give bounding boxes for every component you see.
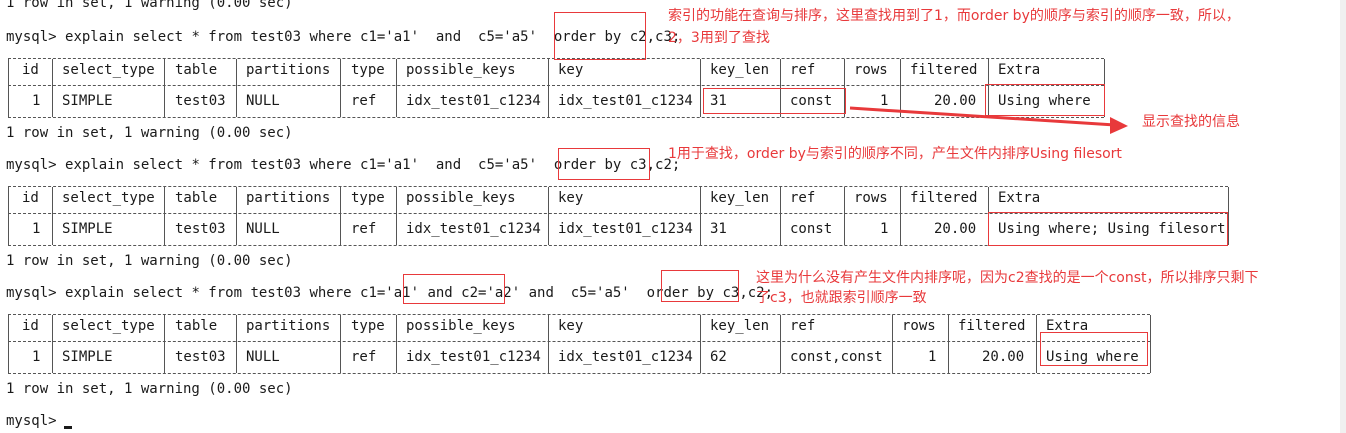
scrollbar[interactable]: [1340, 0, 1346, 433]
annotation-note-3-cont: 了c3，也就跟索引顺序一致: [756, 290, 927, 306]
arrow-icon: [849, 106, 1128, 134]
terminal-window[interactable]: 1 row in set, 1 warning (0.00 sec) mysql…: [0, 0, 1346, 433]
annotation-note-1-cont: 2，3用到了查找: [668, 30, 770, 46]
annotation-arrow-label: 显示查找的信息: [1142, 114, 1240, 130]
annotation-note-1: 索引的功能在查询与排序，这里查找用到了1，而order by的顺序与索引的顺序一…: [668, 8, 1240, 24]
annotation-note-3: 这里为什么没有产生文件内排序呢，因为c2查找的是一个const，所以排序只剩下: [756, 270, 1259, 286]
annotation-note-2: 1用于查找，order by与索引的顺序不同，产生文件内排序Using file…: [668, 146, 1122, 162]
